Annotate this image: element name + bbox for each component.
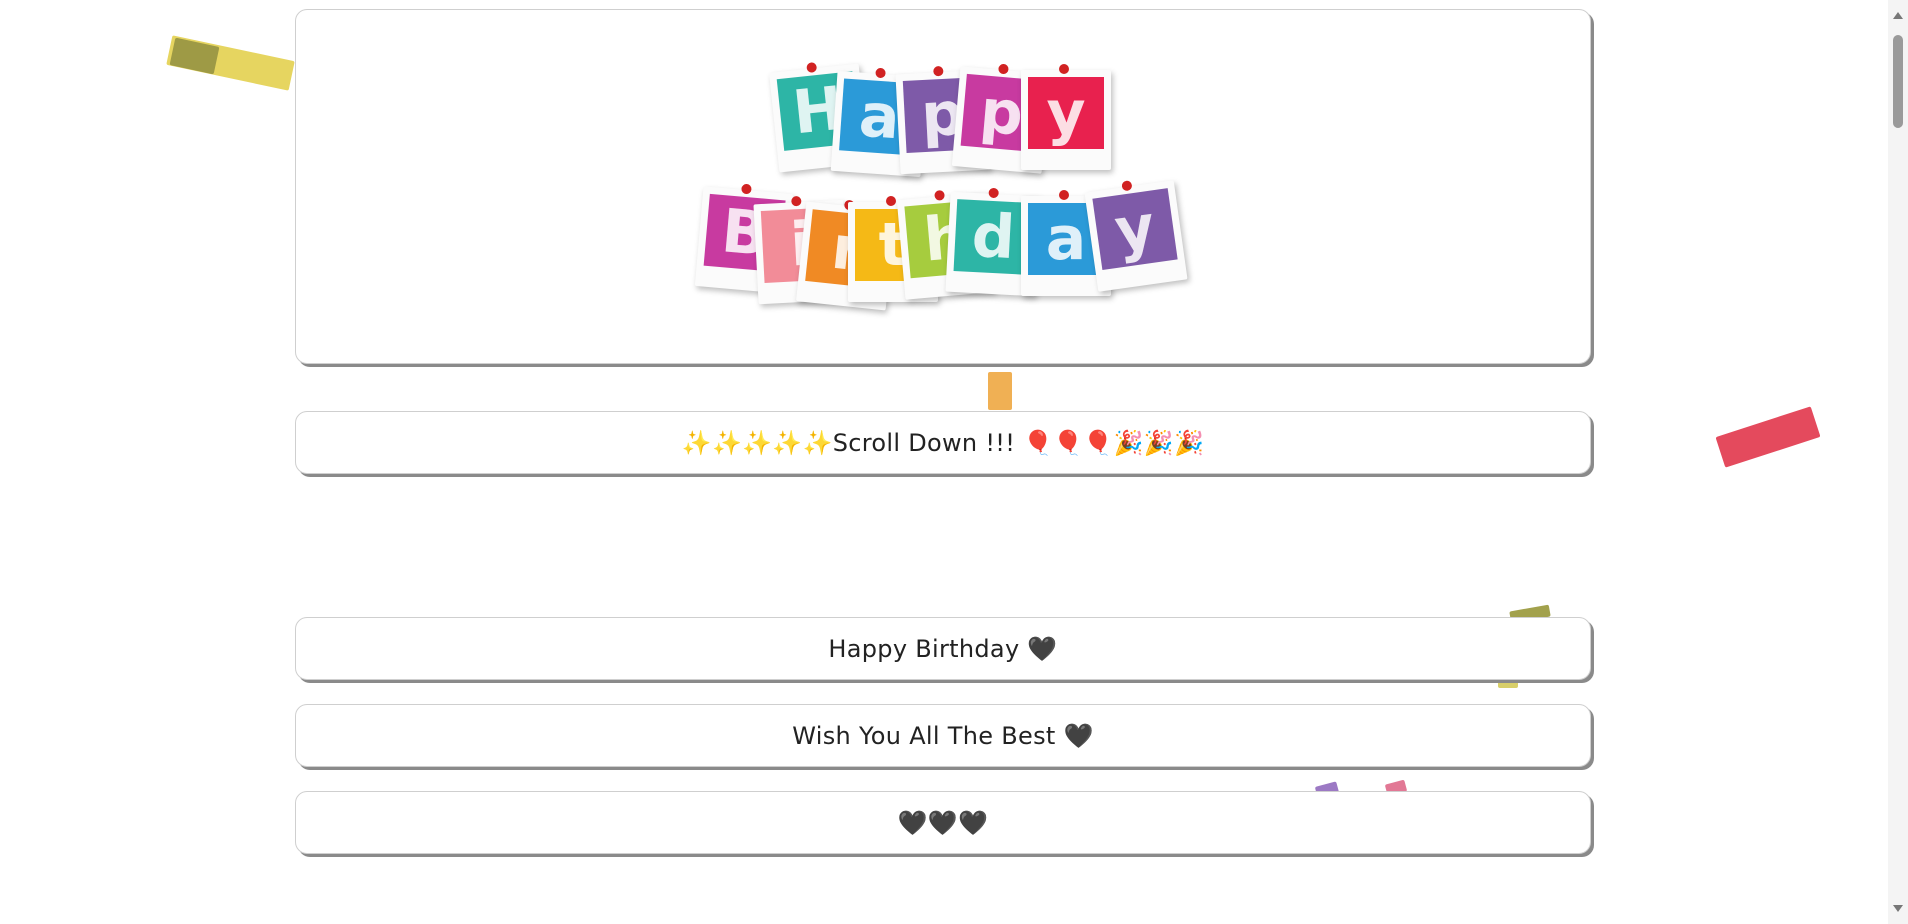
pin-icon: [934, 189, 945, 201]
letter-tile-face: y: [1092, 188, 1178, 271]
scroll-down-text: ✨✨✨✨✨Scroll Down !!! 🎈🎈🎈🎉🎉🎉: [681, 428, 1205, 457]
happy-birthday-text: Happy Birthday 🖤: [828, 634, 1058, 663]
pin-icon: [1059, 64, 1069, 74]
happy-birthday-card: Happy Birthday 🖤: [295, 617, 1591, 680]
hero-card: HappyBirthday: [295, 9, 1591, 364]
letter-tile-face: y: [1028, 77, 1104, 149]
letter-tile: y: [1084, 180, 1188, 292]
pin-icon: [988, 187, 999, 199]
scrollbar-thumb[interactable]: [1893, 35, 1903, 128]
letter-tile: y: [1021, 64, 1111, 170]
wish-card: Wish You All The Best 🖤: [295, 704, 1591, 767]
pin-icon: [791, 195, 802, 207]
vertical-scrollbar[interactable]: [1888, 0, 1908, 924]
page: HappyBirthday ✨✨✨✨✨Scroll Down !!! 🎈🎈🎈🎉🎉…: [0, 0, 1908, 924]
happy-birthday-banner: HappyBirthday: [296, 10, 1590, 363]
pin-icon: [998, 63, 1009, 75]
pin-icon: [875, 67, 886, 79]
pin-icon: [806, 61, 818, 73]
pin-icon: [741, 183, 752, 195]
pin-icon: [1121, 180, 1133, 192]
hearts-text: 🖤🖤🖤: [897, 808, 989, 837]
pin-icon: [1059, 190, 1069, 200]
scroll-up-arrow-icon[interactable]: [1893, 12, 1903, 19]
pin-icon: [933, 65, 944, 77]
confetti-piece: [988, 372, 1012, 410]
wish-text: Wish You All The Best 🖤: [792, 721, 1094, 750]
confetti-piece: [1715, 406, 1821, 468]
scroll-down-arrow-icon[interactable]: [1893, 905, 1903, 912]
hearts-card: 🖤🖤🖤: [295, 791, 1591, 854]
pin-icon: [886, 196, 896, 206]
scroll-down-card: ✨✨✨✨✨Scroll Down !!! 🎈🎈🎈🎉🎉🎉: [295, 411, 1591, 474]
